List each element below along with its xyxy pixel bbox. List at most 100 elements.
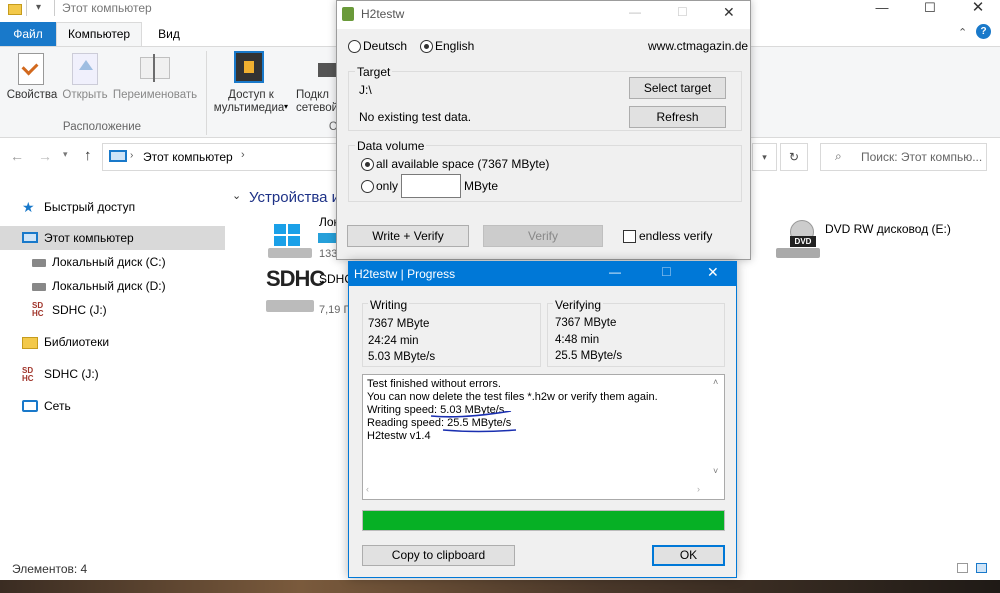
only-mbyte-input[interactable] — [401, 174, 461, 198]
folder-icon — [8, 4, 22, 15]
search-input[interactable]: ⌕ Поиск: Этот компью... — [820, 143, 987, 171]
verify-button[interactable]: Verify — [483, 225, 603, 247]
rename-button[interactable]: Переименовать — [110, 89, 200, 101]
minimize-icon[interactable]: — — [609, 265, 621, 279]
star-icon: ★ — [22, 199, 35, 215]
nav-sdhc-j-2[interactable]: SDHC (J:) — [44, 363, 99, 385]
data-volume-label: Data volume — [355, 139, 427, 153]
label-all-space[interactable]: all available space (7367 MByte) — [376, 157, 549, 171]
media-access-label-2[interactable]: мультимедиа — [212, 102, 286, 114]
select-target-button[interactable]: Select target — [629, 77, 726, 99]
properties-button[interactable]: Свойства — [5, 89, 59, 101]
write-verify-button[interactable]: Write + Verify — [347, 225, 469, 247]
scroll-right-icon[interactable]: › — [697, 483, 700, 496]
nav-quick-access[interactable]: Быстрый доступ — [44, 196, 135, 218]
writing-size: 7367 MByte — [368, 318, 430, 330]
chevron-down-icon[interactable]: ▾ — [284, 102, 288, 111]
chevron-down-icon[interactable]: ▾ — [36, 2, 41, 13]
refresh-icon[interactable]: ↻ — [780, 143, 808, 171]
tab-file[interactable]: Файл — [0, 22, 56, 46]
up-icon[interactable]: ↑ — [84, 147, 92, 164]
progress-titlebar: H2testw | Progress — ☐ ✕ — [349, 262, 736, 286]
label-english[interactable]: English — [435, 39, 474, 53]
nav-network[interactable]: Сеть — [44, 395, 71, 417]
chevron-down-icon[interactable]: ⌄ — [232, 189, 241, 202]
nav-disk-d[interactable]: Локальный диск (D:) — [52, 275, 166, 297]
address-path[interactable]: Этот компьютер — [143, 150, 233, 164]
address-dropdown-icon[interactable]: ▾ — [752, 143, 777, 171]
endless-verify-label[interactable]: endless verify — [639, 229, 712, 243]
maximize-icon[interactable]: ☐ — [661, 265, 672, 279]
close-icon[interactable]: ✕ — [707, 264, 719, 281]
nav-libraries[interactable]: Библиотеки — [44, 331, 109, 353]
result-log[interactable]: Test finished without errors. You can no… — [362, 374, 725, 500]
nav-sdhc-j[interactable]: SDHC (J:) — [52, 299, 107, 321]
search-icon: ⌕ — [835, 149, 842, 163]
window-title: Этот компьютер — [62, 1, 152, 15]
copy-to-clipboard-button[interactable]: Copy to clipboard — [362, 545, 515, 566]
network-label-1[interactable]: Подкл — [296, 89, 336, 101]
radio-all-space[interactable] — [361, 158, 374, 171]
dvd-logo: DVD — [790, 236, 816, 247]
windows-drive-icon[interactable] — [268, 224, 312, 258]
chevron-right-icon[interactable]: › — [241, 149, 245, 161]
scroll-up-icon[interactable]: ˄ — [713, 376, 718, 389]
tab-computer[interactable]: Компьютер — [56, 22, 142, 46]
chevron-down-icon[interactable]: ▾ — [63, 149, 68, 160]
scroll-down-icon[interactable]: ˅ — [713, 465, 718, 478]
minimize-icon[interactable]: — — [864, 0, 900, 20]
network-drive-icon[interactable] — [318, 63, 336, 77]
divider — [54, 0, 55, 16]
endless-verify-checkbox[interactable] — [623, 230, 636, 243]
sdhc-drive-icon[interactable]: SDHC — [266, 266, 325, 316]
open-icon[interactable] — [72, 53, 98, 85]
network-label-2[interactable]: сетевой — [296, 102, 338, 114]
scroll-left-icon[interactable]: ‹ — [366, 483, 369, 496]
close-icon[interactable]: ✕ — [723, 4, 735, 21]
media-access-label-1[interactable]: Доступ к — [216, 89, 286, 101]
nav-this-pc[interactable]: Этот компьютер — [44, 227, 134, 249]
tab-view[interactable]: Вид — [146, 22, 192, 46]
maximize-icon[interactable]: ☐ — [912, 0, 948, 20]
refresh-button[interactable]: Refresh — [629, 106, 726, 128]
progress-bar — [362, 510, 725, 531]
open-button[interactable]: Открыть — [60, 89, 110, 101]
libraries-icon — [22, 337, 38, 349]
tiles-view-icon[interactable] — [976, 563, 987, 573]
drive-local-size: 133 — [319, 248, 338, 260]
log-scrollbar[interactable]: ˄ ˅ — [711, 375, 724, 499]
rename-icon[interactable] — [140, 54, 170, 82]
back-icon[interactable]: ← — [10, 148, 24, 164]
handwritten-underline — [430, 411, 517, 433]
nav-disk-c[interactable]: Локальный диск (C:) — [52, 251, 166, 273]
properties-icon[interactable] — [18, 53, 44, 85]
verifying-time: 4:48 min — [555, 334, 600, 346]
website-label: www.ctmagazin.de — [648, 39, 749, 53]
chevron-up-icon[interactable]: ⌃ — [958, 26, 967, 39]
log-line: Test finished without errors. — [367, 378, 501, 390]
radio-english[interactable] — [420, 40, 433, 53]
sdhc-logo: SDHC — [266, 266, 325, 291]
minimize-icon[interactable]: — — [629, 5, 641, 19]
target-info: No existing test data. — [359, 110, 472, 124]
forward-icon[interactable]: → — [38, 148, 52, 164]
close-icon[interactable]: ✕ — [960, 0, 996, 20]
desktop-strip — [0, 580, 1000, 593]
ok-button[interactable]: OK — [652, 545, 725, 566]
sdhc-icon: SD HC — [32, 301, 44, 318]
media-server-icon[interactable] — [234, 51, 264, 83]
writing-time: 24:24 min — [368, 335, 419, 347]
radio-deutsch[interactable] — [348, 40, 361, 53]
divider — [26, 0, 27, 16]
label-only[interactable]: only — [376, 179, 398, 193]
radio-only[interactable] — [361, 180, 374, 193]
maximize-icon[interactable]: ☐ — [677, 5, 688, 19]
chevron-right-icon[interactable]: › — [130, 150, 133, 161]
target-group-label: Target — [355, 65, 393, 79]
details-view-icon[interactable] — [957, 563, 968, 573]
label-deutsch[interactable]: Deutsch — [363, 39, 407, 53]
progress-title: H2testw | Progress — [354, 267, 456, 281]
dvd-drive-icon[interactable]: DVD — [776, 220, 820, 260]
drive-dvd-label[interactable]: DVD RW дисковод (E:) — [825, 222, 951, 236]
help-icon[interactable]: ? — [976, 24, 991, 39]
